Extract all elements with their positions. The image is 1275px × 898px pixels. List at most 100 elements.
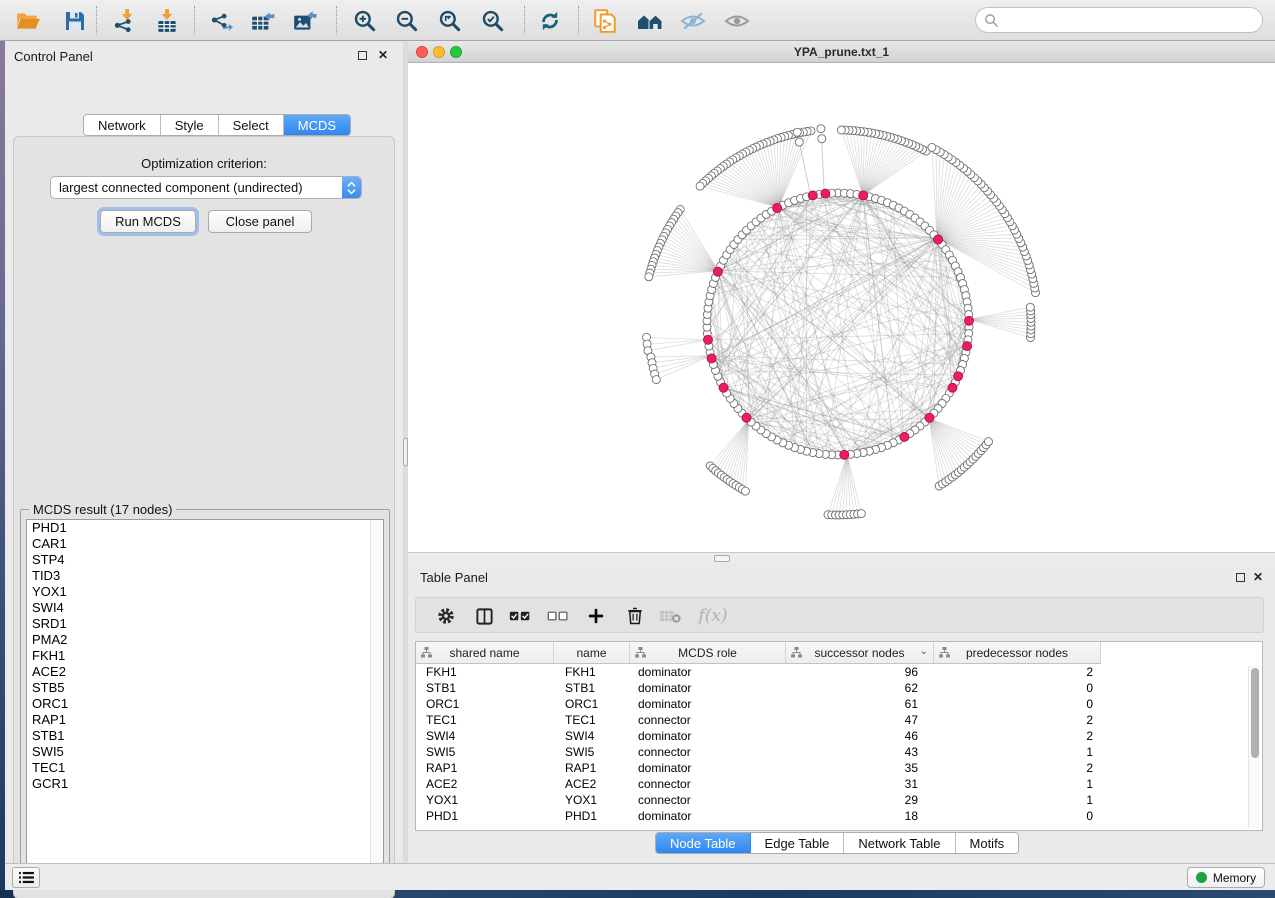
add-column-button[interactable] [582, 602, 610, 630]
table-row[interactable]: ORC1ORC1dominator610 [416, 696, 1101, 712]
leaf-node[interactable] [1026, 303, 1034, 311]
close-panel-button[interactable]: Close panel [208, 210, 312, 233]
mcds-result-item[interactable]: ACE2 [27, 664, 383, 680]
mcds-result-item[interactable]: SRD1 [27, 616, 383, 632]
table-row[interactable]: SWI4SWI4dominator462 [416, 728, 1101, 744]
mcds-dominator-node[interactable] [704, 335, 713, 344]
mcds-result-item[interactable]: STP4 [27, 552, 383, 568]
table-cell[interactable]: 96 [786, 664, 934, 680]
leaf-node[interactable] [857, 510, 865, 518]
float-panel-icon[interactable] [358, 51, 367, 60]
tab-network-table[interactable]: Network Table [844, 833, 955, 853]
delete-column-button[interactable] [621, 602, 649, 630]
table-cell[interactable]: STB1 [554, 680, 630, 696]
table-cell[interactable]: 2 [934, 728, 1101, 744]
leaf-node[interactable] [985, 438, 993, 446]
mcds-dominator-node[interactable] [713, 267, 722, 276]
table-cell[interactable]: RAP1 [554, 760, 630, 776]
mcds-dominator-node[interactable] [742, 413, 751, 422]
select-all-button[interactable] [506, 602, 534, 630]
table-cell[interactable]: dominator [630, 696, 786, 712]
duplicate-network-button[interactable] [588, 4, 622, 38]
table-cell[interactable]: dominator [630, 664, 786, 680]
mcds-dominator-node[interactable] [948, 383, 957, 392]
mcds-result-item[interactable]: FKH1 [27, 648, 383, 664]
table-cell[interactable]: 35 [786, 760, 934, 776]
tab-network[interactable]: Network [84, 115, 161, 135]
save-button[interactable] [58, 4, 92, 38]
table-cell[interactable]: 1 [934, 744, 1101, 760]
table-cell[interactable]: dominator [630, 808, 786, 824]
mcds-result-item[interactable]: SWI5 [27, 744, 383, 760]
table-row[interactable]: FKH1FKH1dominator962 [416, 664, 1101, 680]
refresh-button[interactable] [533, 4, 567, 38]
table-cell[interactable]: TEC1 [554, 712, 630, 728]
memory-button[interactable]: Memory [1187, 867, 1265, 888]
table-cell[interactable]: 2 [934, 760, 1101, 776]
table-cell[interactable]: 62 [786, 680, 934, 696]
table-cell[interactable]: 1 [934, 776, 1101, 792]
show-columns-button[interactable] [470, 602, 498, 630]
run-mcds-button[interactable]: Run MCDS [100, 210, 196, 233]
table-cell[interactable]: 31 [786, 776, 934, 792]
table-cell[interactable]: 1 [934, 792, 1101, 808]
criterion-dropdown[interactable]: largest connected component (undirected) [50, 176, 362, 199]
column-header-predecessor-nodes[interactable]: predecessor nodes [934, 642, 1101, 663]
leaf-node[interactable] [652, 376, 660, 384]
zoom-selected-button[interactable] [476, 4, 510, 38]
table-cell[interactable]: connector [630, 744, 786, 760]
network-canvas[interactable] [408, 63, 1275, 552]
column-header-name[interactable]: name [554, 642, 630, 663]
table-row[interactable]: PHD1PHD1dominator180 [416, 808, 1101, 824]
close-panel-icon[interactable]: ✕ [378, 48, 388, 62]
table-cell[interactable]: SWI5 [554, 744, 630, 760]
mcds-result-item[interactable]: YOX1 [27, 584, 383, 600]
mcds-dominator-node[interactable] [954, 372, 963, 381]
tab-edge-table[interactable]: Edge Table [751, 833, 845, 853]
mcds-result-item[interactable]: RAP1 [27, 712, 383, 728]
network-window-titlebar[interactable]: YPA_prune.txt_1 [408, 41, 1275, 63]
table-cell[interactable]: 0 [934, 680, 1101, 696]
zoom-fit-button[interactable] [433, 4, 467, 38]
mcds-result-item[interactable]: GCR1 [27, 776, 383, 792]
mcds-dominator-node[interactable] [773, 204, 782, 213]
zoom-out-button[interactable] [390, 4, 424, 38]
table-cell[interactable]: connector [630, 776, 786, 792]
mcds-dominator-node[interactable] [859, 191, 868, 200]
leaf-node[interactable] [795, 138, 803, 146]
leaf-node[interactable] [645, 273, 653, 281]
export-table-button[interactable] [246, 4, 280, 38]
table-cell[interactable]: dominator [630, 680, 786, 696]
horizontal-splitter[interactable] [408, 552, 1275, 563]
mcds-dominator-node[interactable] [808, 191, 817, 200]
close-panel-icon[interactable]: ✕ [1253, 570, 1263, 584]
table-cell[interactable]: FKH1 [554, 664, 630, 680]
table-cell[interactable]: connector [630, 712, 786, 728]
table-scrollbar-thumb[interactable] [1251, 668, 1259, 758]
mcds-result-item[interactable]: PHD1 [27, 520, 383, 536]
table-cell[interactable]: 2 [934, 712, 1101, 728]
table-cell[interactable]: 47 [786, 712, 934, 728]
mcds-dominator-node[interactable] [934, 235, 943, 244]
table-cell[interactable]: connector [630, 792, 786, 808]
leaf-node[interactable] [928, 143, 936, 151]
table-cell[interactable]: 0 [934, 808, 1101, 824]
column-header-shared-name[interactable]: shared name [416, 642, 554, 663]
table-row[interactable]: SWI5SWI5connector431 [416, 744, 1101, 760]
table-cell[interactable]: dominator [630, 760, 786, 776]
table-settings-button[interactable] [432, 602, 460, 630]
tab-motifs[interactable]: Motifs [956, 833, 1019, 853]
open-button[interactable] [11, 4, 45, 38]
leaf-node[interactable] [817, 125, 825, 133]
table-cell[interactable]: 43 [786, 744, 934, 760]
mcds-dominator-node[interactable] [965, 316, 974, 325]
table-cell[interactable]: 61 [786, 696, 934, 712]
table-cell[interactable]: dominator [630, 728, 786, 744]
leaf-node[interactable] [696, 182, 704, 190]
column-header-successor-nodes[interactable]: successor nodes⌄ [786, 642, 934, 663]
mcds-result-item[interactable]: ORC1 [27, 696, 383, 712]
table-cell[interactable]: 46 [786, 728, 934, 744]
table-cell[interactable]: 0 [934, 696, 1101, 712]
leaf-node[interactable] [793, 128, 801, 136]
search-input[interactable] [999, 10, 1262, 30]
